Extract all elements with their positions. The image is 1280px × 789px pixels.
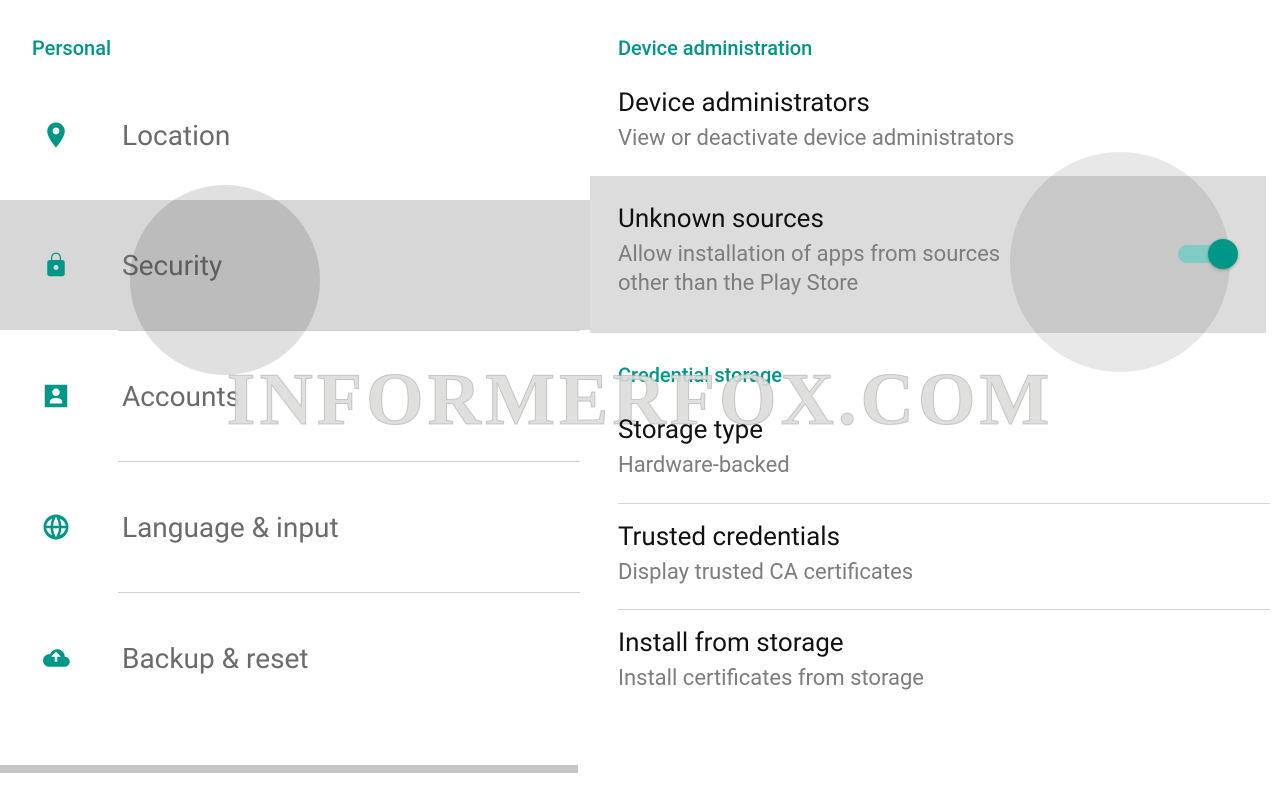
menu-item-accounts[interactable]: Accounts <box>0 331 590 461</box>
menu-label: Location <box>122 119 230 152</box>
menu-item-security[interactable]: Security <box>0 200 590 330</box>
setting-sub: Hardware-backed <box>618 451 1038 481</box>
setting-sub: Allow installation of apps from sources … <box>618 240 1038 299</box>
unknown-sources-toggle[interactable] <box>1178 239 1238 269</box>
bottom-scrollbar <box>0 765 578 773</box>
right-section-header: Device administration <box>590 0 1270 70</box>
settings-right-pane: Device administration Device administrat… <box>590 0 1280 789</box>
globe-icon <box>40 511 72 543</box>
menu-item-location[interactable]: Location <box>0 70 590 200</box>
setting-device-admins[interactable]: Device administrators View or deactivate… <box>590 70 1270 176</box>
setting-sub: Install certificates from storage <box>618 664 1038 694</box>
setting-sub: View or deactivate device administrators <box>618 124 1038 154</box>
menu-item-language[interactable]: Language & input <box>0 462 590 592</box>
location-icon <box>40 119 72 151</box>
lock-icon <box>40 249 72 281</box>
menu-label: Security <box>122 249 222 282</box>
setting-trusted-credentials[interactable]: Trusted credentials Display trusted CA c… <box>590 504 1270 610</box>
setting-title: Trusted credentials <box>618 522 1242 552</box>
setting-unknown-sources[interactable]: Unknown sources Allow installation of ap… <box>590 176 1266 333</box>
menu-label: Language & input <box>122 511 339 544</box>
toggle-thumb <box>1208 239 1238 269</box>
menu-label: Backup & reset <box>122 642 309 675</box>
left-section-header: Personal <box>0 0 590 70</box>
setting-title: Unknown sources <box>618 204 1238 234</box>
setting-sub: Display trusted CA certificates <box>618 558 1038 588</box>
account-icon <box>40 380 72 412</box>
setting-title: Storage type <box>618 415 1242 445</box>
menu-label: Accounts <box>122 380 240 413</box>
setting-storage-type[interactable]: Storage type Hardware-backed <box>590 397 1270 503</box>
menu-item-backup[interactable]: Backup & reset <box>0 593 590 723</box>
backup-icon <box>40 642 72 674</box>
setting-install-from-storage[interactable]: Install from storage Install certificate… <box>590 610 1270 716</box>
setting-title: Install from storage <box>618 628 1242 658</box>
setting-title: Device administrators <box>618 88 1242 118</box>
settings-left-pane: Personal Location Security Accounts <box>0 0 590 789</box>
